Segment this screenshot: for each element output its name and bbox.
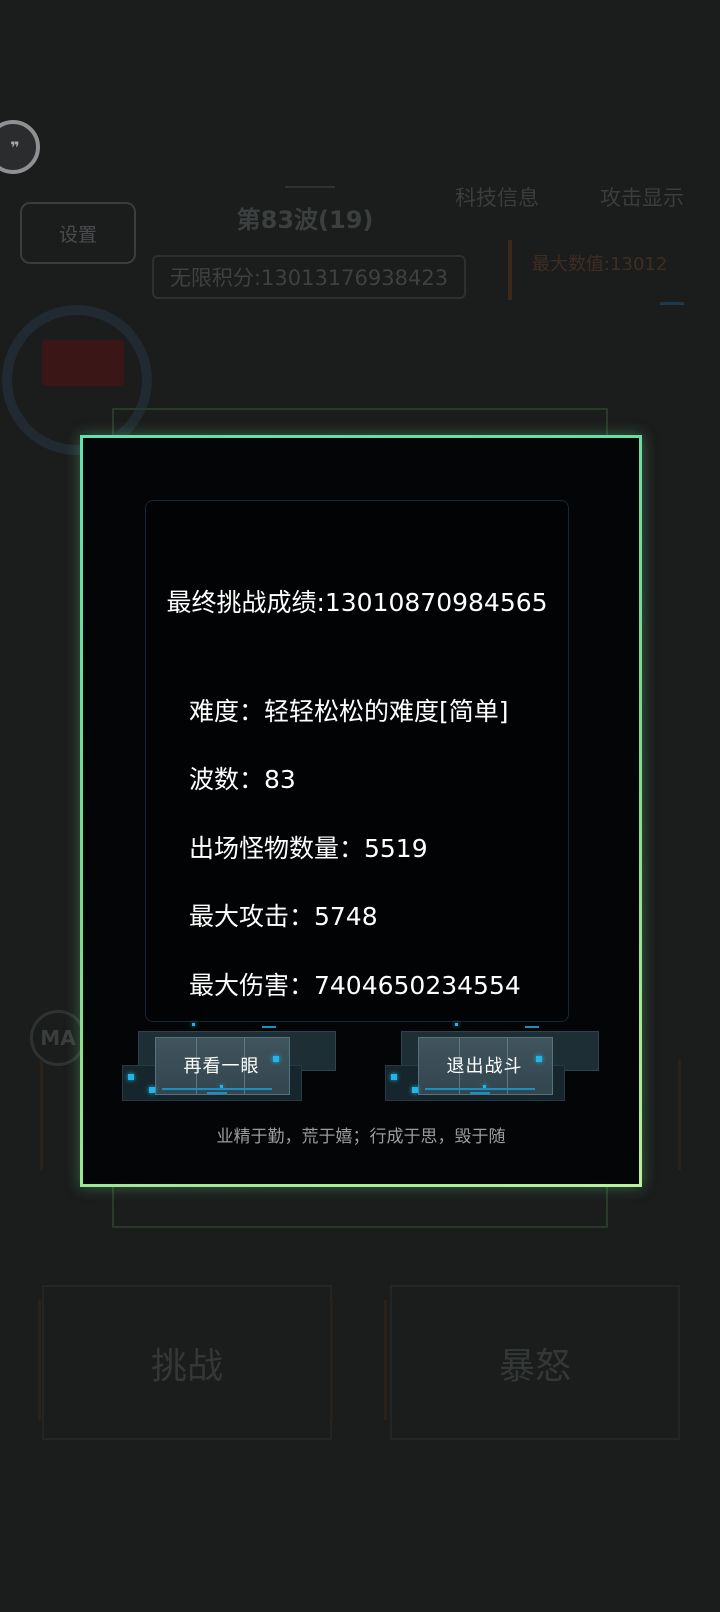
cyan-dot — [391, 1074, 397, 1080]
max-damage-stat: 最大伤害：7404650234554 — [189, 971, 521, 1000]
infinite-score-box: 无限积分:13013176938423 — [152, 255, 466, 299]
chat-glyph: ❞ — [10, 137, 20, 157]
wave-decor-line — [285, 186, 335, 188]
decor-strip — [40, 1060, 43, 1170]
cyan-line — [525, 1026, 539, 1028]
exit-battle-label: 退出战斗 — [446, 1056, 523, 1077]
look-again-label: 再看一眼 — [183, 1056, 260, 1077]
settings-button: 设置 — [20, 202, 136, 264]
final-score: 最终挑战成绩:13010870984565 — [166, 588, 548, 617]
rage-panel: 暴怒 — [390, 1285, 680, 1440]
decor-strip — [678, 1060, 681, 1170]
cyan-dot — [192, 1023, 195, 1026]
tech-info-tab: 科技信息 — [455, 186, 539, 210]
stats-panel: 最终挑战成绩:13010870984565 难度：轻轻松松的难度[简单] 波数：… — [145, 500, 569, 1022]
attack-display-tab: 攻击显示 — [600, 186, 684, 210]
look-again-button[interactable]: 再看一眼 — [122, 1023, 336, 1103]
wave-counter: 第83波(19) — [236, 206, 374, 234]
info-accent-bar — [508, 240, 512, 300]
chat-bubble-icon: ❞ — [0, 120, 40, 174]
decor-strip — [384, 1300, 387, 1420]
waves-stat: 波数：83 — [189, 765, 296, 794]
blue-decor-dash — [660, 302, 684, 305]
battle-result-dialog: 最终挑战成绩:13010870984565 难度：轻轻松松的难度[简单] 波数：… — [80, 435, 642, 1187]
max-value-info: 最大数值:13012 — [532, 254, 668, 275]
challenge-panel: 挑战 — [42, 1285, 332, 1440]
decor-strip — [330, 1300, 333, 1420]
cyan-dot — [128, 1074, 134, 1080]
motto-text: 业精于勤，荒于嬉；行成于思，毁于随 — [216, 1127, 506, 1147]
game-screen: ❞ 设置 第83波(19) 无限积分:13013176938423 科技信息 攻… — [0, 0, 720, 1612]
exit-battle-button[interactable]: 退出战斗 — [385, 1023, 599, 1103]
max-attack-stat: 最大攻击：5748 — [189, 902, 378, 931]
decor-strip — [38, 1300, 41, 1420]
difficulty-stat: 难度：轻轻松松的难度[简单] — [189, 697, 509, 726]
cyan-line — [262, 1026, 276, 1028]
ma-badge: MA — [30, 1010, 86, 1066]
monster-count-stat: 出场怪物数量：5519 — [189, 834, 428, 863]
player-avatar — [42, 340, 124, 386]
cyan-dot — [455, 1023, 458, 1026]
